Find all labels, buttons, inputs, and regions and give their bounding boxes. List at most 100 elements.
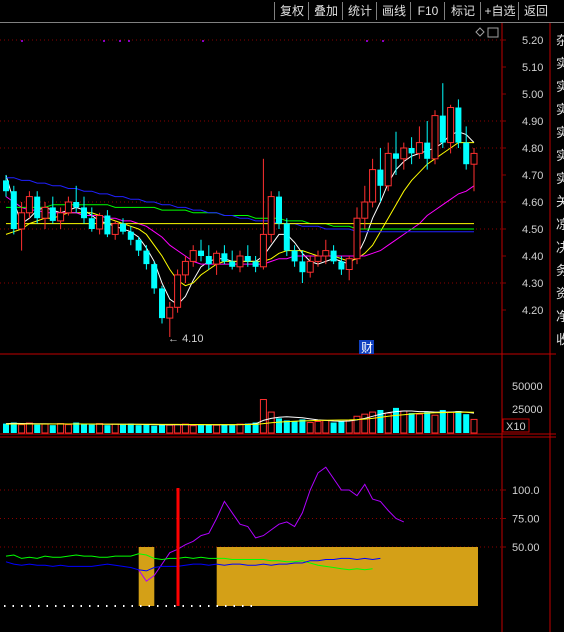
price-tick-label: 4.50 (522, 224, 543, 236)
side-panel-item[interactable]: 实 (556, 168, 564, 187)
candle (252, 256, 259, 273)
volume-bar (111, 423, 119, 434)
side-panel-item[interactable]: 实 (556, 122, 564, 141)
volume-bar (181, 423, 189, 434)
candle (455, 99, 462, 148)
candle (283, 218, 290, 256)
candle (198, 239, 204, 262)
volume-bar (34, 424, 41, 433)
side-panel-item[interactable]: 杂 (556, 30, 564, 49)
restore-rights-button[interactable]: 复权 (274, 2, 309, 20)
back-button[interactable]: 返回 (518, 2, 553, 20)
candle (361, 185, 369, 229)
volume-bar (88, 424, 95, 433)
volume-bar (127, 423, 134, 433)
candle (384, 142, 392, 192)
draw-line-button[interactable]: 画线 (376, 2, 411, 20)
side-panel-item[interactable]: 凉 (556, 214, 564, 233)
f10-button[interactable]: F10 (410, 2, 445, 20)
indicator-tick-label: 50.00 (512, 542, 540, 554)
volume-bar (431, 414, 439, 434)
volume-bar (338, 421, 345, 433)
volume-bar (120, 424, 126, 433)
candle (64, 196, 72, 216)
candle (111, 220, 119, 240)
volume-bar (415, 413, 423, 434)
price-tick-label: 4.80 (522, 143, 543, 155)
low-price-marker: ← 4.10 (168, 333, 203, 345)
highlight-zone (216, 547, 478, 606)
overlay-button[interactable]: 叠加 (308, 2, 343, 20)
volume-bar (3, 423, 9, 433)
volume-bar (306, 422, 314, 434)
candle (88, 207, 95, 232)
candle (159, 285, 165, 324)
add-watchlist-button[interactable]: +自选 (480, 2, 519, 20)
volume-bar (369, 411, 377, 434)
highlight-zone (138, 547, 155, 606)
candle (221, 245, 228, 265)
candle (49, 196, 56, 224)
volume-bar (276, 418, 282, 433)
volume-bar (455, 411, 462, 433)
volume-bar (174, 424, 182, 434)
volume-bar (64, 424, 72, 434)
statistics-button[interactable]: 统计 (342, 2, 377, 20)
candle (96, 212, 104, 235)
financial-event-label: 财 (361, 341, 373, 355)
candle (3, 175, 9, 197)
side-panel-item[interactable]: 关 (556, 191, 564, 210)
candle (330, 245, 337, 265)
volume-bar (96, 423, 104, 434)
candle (393, 131, 399, 175)
volume-bar (18, 424, 26, 434)
volume-bar (259, 399, 267, 434)
indicator-tick-label: 75.00 (512, 514, 540, 526)
volume-bar (291, 421, 298, 433)
side-panel-item[interactable]: 实 (556, 76, 564, 95)
side-panel-item[interactable]: 收 (556, 329, 564, 348)
candle (57, 207, 65, 229)
price-tick-label: 5.00 (522, 89, 543, 101)
side-panel-item[interactable]: 资 (556, 283, 564, 302)
mark-button[interactable]: 标记 (444, 2, 481, 20)
candle (81, 196, 87, 224)
marker-dot (21, 40, 23, 42)
volume-unit-label: X10 (506, 421, 526, 433)
candle (25, 191, 33, 219)
side-panel-item[interactable]: 实 (556, 99, 564, 118)
candle (377, 148, 384, 202)
candle (470, 148, 478, 192)
side-panel-item[interactable]: 净 (556, 306, 564, 325)
marker-dot (119, 40, 121, 42)
window-icon[interactable] (487, 27, 499, 38)
side-panel-item[interactable]: 实 (556, 145, 564, 164)
candle (205, 245, 212, 270)
candle (104, 210, 111, 238)
candle (345, 256, 353, 281)
volume-bar (198, 425, 204, 433)
side-panel-item[interactable]: 实 (556, 53, 564, 72)
volume-bar (236, 423, 244, 434)
diamond-icon[interactable] (475, 27, 485, 37)
candle (400, 142, 408, 170)
candle (41, 202, 49, 229)
candle (314, 250, 322, 267)
price-tick-label: 5.10 (522, 62, 543, 74)
candle (229, 250, 236, 270)
candle (244, 245, 251, 267)
candle (10, 185, 17, 235)
volume-bar (470, 418, 478, 434)
side-panel-item[interactable]: 务 (556, 260, 564, 279)
candle (34, 191, 41, 224)
price-tick-label: 4.40 (522, 251, 543, 263)
side-panel-item[interactable]: 决 (556, 237, 564, 256)
price-tick-label: 4.90 (522, 116, 543, 128)
volume-bar (314, 420, 322, 434)
volume-bar (330, 422, 337, 433)
candle (267, 191, 275, 243)
candle (291, 245, 298, 267)
candle (338, 256, 345, 275)
marker-dot (128, 40, 130, 42)
candle (259, 158, 267, 270)
